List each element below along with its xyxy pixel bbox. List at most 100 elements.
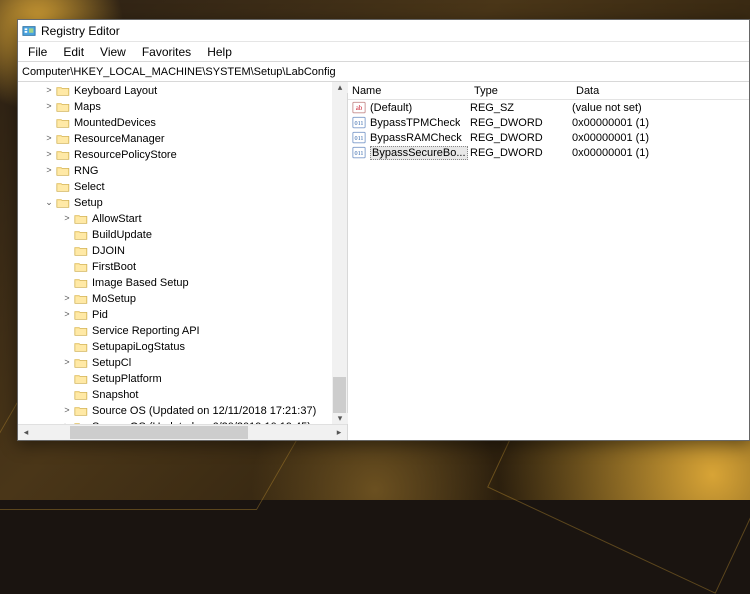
svg-text:011: 011 [355,136,364,142]
menu-file[interactable]: File [20,42,55,61]
value-row[interactable]: 011BypassRAMCheckREG_DWORD0x00000001 (1) [352,130,749,145]
string-value-icon: ab [352,101,366,114]
folder-icon [74,357,88,369]
collapse-icon[interactable]: ⌄ [44,198,54,208]
expand-icon[interactable]: > [62,310,72,320]
tree-node[interactable]: > Maps [20,99,332,115]
tree-node[interactable]: >ResourceManager [20,131,332,147]
menu-view[interactable]: View [92,42,134,61]
tree-node[interactable]: SetupPlatform [20,371,332,387]
folder-icon [74,373,88,385]
folder-icon [56,133,70,145]
tree-node[interactable]: > MoSetup [20,291,332,307]
expand-icon[interactable]: > [62,294,72,304]
expand-icon[interactable]: > [44,134,54,144]
expand-icon[interactable]: > [44,102,54,112]
value-name: BypassRAMCheck [370,132,462,144]
folder-icon [74,245,88,257]
expander-spacer [62,246,72,256]
tree-node[interactable]: >RNG [20,163,332,179]
tree-node-label: Maps [74,101,101,113]
folder-icon [74,341,88,353]
tree-node[interactable]: MountedDevices [20,115,332,131]
tree-node-label: SetupapiLogStatus [92,341,185,353]
column-headers[interactable]: Name Type Data [348,82,749,100]
vertical-scrollbar[interactable]: ▴ ▾ [332,82,347,424]
tree-node-label: Setup [74,197,103,209]
folder-icon [74,405,88,417]
tree-node[interactable]: > Pid [20,307,332,323]
tree-node-label: MountedDevices [74,117,156,129]
value-type: REG_DWORD [470,117,572,129]
tree-node-label: MoSetup [92,293,136,305]
expand-icon[interactable]: > [44,86,54,96]
value-data: 0x00000001 (1) [572,147,749,159]
scroll-track[interactable] [332,93,347,413]
menu-edit[interactable]: Edit [55,42,92,61]
menu-favorites[interactable]: Favorites [134,42,199,61]
tree-node[interactable]: >Source OS (Updated on 12/11/2018 17:21:… [20,403,332,419]
tree-node-label: Pid [92,309,108,321]
folder-icon [56,197,70,209]
value-row[interactable]: ab(Default)REG_SZ(value not set) [352,100,749,115]
scroll-left-button[interactable]: ◂ [18,425,34,440]
tree-node[interactable]: ⌄ Setup [20,195,332,211]
hscroll-track[interactable] [34,425,331,440]
tree-node-label: SetupCl [92,357,131,369]
tree-node[interactable]: Snapshot [20,387,332,403]
value-type: REG_DWORD [470,132,572,144]
app-title: Registry Editor [41,24,120,38]
registry-editor-window: Registry Editor File Edit View Favorites… [17,19,750,441]
tree-node-label: BuildUpdate [92,229,152,241]
address-bar[interactable]: Computer\HKEY_LOCAL_MACHINE\SYSTEM\Setup… [18,62,749,82]
scroll-right-button[interactable]: ▸ [331,425,347,440]
expander-spacer [62,278,72,288]
expand-icon[interactable]: > [62,422,72,424]
expand-icon[interactable]: > [44,166,54,176]
tree-node[interactable]: SetupapiLogStatus [20,339,332,355]
value-row[interactable]: 011BypassTPMCheckREG_DWORD0x00000001 (1) [352,115,749,130]
value-data: 0x00000001 (1) [572,117,749,129]
tree-node[interactable]: > SetupCl [20,355,332,371]
scroll-thumb[interactable] [333,377,346,413]
expand-icon[interactable]: > [44,150,54,160]
hscroll-thumb[interactable] [70,426,248,439]
column-header-name[interactable]: Name [352,85,474,97]
address-bar-value: Computer\HKEY_LOCAL_MACHINE\SYSTEM\Setup… [22,66,336,78]
tree-node[interactable]: Select [20,179,332,195]
value-type: REG_DWORD [470,147,572,159]
tree-node[interactable]: >AllowStart [20,211,332,227]
column-header-type[interactable]: Type [474,85,576,97]
tree-node-label: SetupPlatform [92,373,162,385]
tree-node[interactable]: >ResourcePolicyStore [20,147,332,163]
folder-icon [56,85,70,97]
tree-node[interactable]: >Keyboard Layout [20,83,332,99]
svg-text:011: 011 [355,151,364,157]
tree-node[interactable]: FirstBoot [20,259,332,275]
svg-text:ab: ab [356,104,363,112]
tree-node-label: FirstBoot [92,261,136,273]
tree-node[interactable]: Service Reporting API [20,323,332,339]
values-list[interactable]: ab(Default)REG_SZ(value not set)011Bypas… [348,100,749,160]
scroll-down-button[interactable]: ▾ [332,413,348,424]
expand-icon[interactable]: > [62,358,72,368]
value-row[interactable]: 011BypassSecureBo...REG_DWORD0x00000001 … [352,145,749,160]
regedit-icon [22,24,36,38]
expand-icon[interactable]: > [62,406,72,416]
tree-node[interactable]: >Source OS (Updated on 6/20/2019 10:19:4… [20,419,332,424]
tree-node-label: Snapshot [92,389,138,401]
value-name: BypassTPMCheck [370,117,460,129]
column-header-data[interactable]: Data [576,85,749,97]
tree-node[interactable]: BuildUpdate [20,227,332,243]
expand-icon[interactable]: > [62,214,72,224]
titlebar[interactable]: Registry Editor [18,20,749,42]
scroll-up-button[interactable]: ▴ [332,82,348,93]
tree-node[interactable]: Image Based Setup [20,275,332,291]
folder-icon [74,309,88,321]
content-panes: >Keyboard Layout>MapsMountedDevices>Reso… [18,82,749,440]
tree-node[interactable]: DJOIN [20,243,332,259]
expander-spacer [62,230,72,240]
tree-view[interactable]: >Keyboard Layout>MapsMountedDevices>Reso… [18,82,332,424]
horizontal-scrollbar[interactable]: ◂ ▸ [18,424,347,440]
menu-help[interactable]: Help [199,42,240,61]
